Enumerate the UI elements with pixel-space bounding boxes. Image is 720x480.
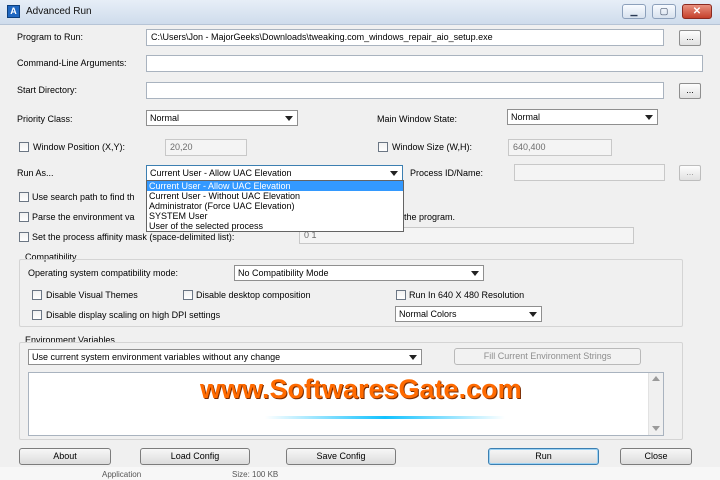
app-icon: A bbox=[7, 5, 20, 18]
chevron-down-icon bbox=[285, 116, 293, 121]
disable-desktop-composition-label: Disable desktop composition bbox=[196, 290, 311, 300]
parse-env-label-tail: the program. bbox=[404, 212, 456, 222]
environment-scrollbar[interactable] bbox=[648, 373, 663, 435]
parse-env-checkbox[interactable] bbox=[19, 212, 29, 222]
run-as-option[interactable]: User of the selected process bbox=[147, 221, 403, 231]
search-path-checkbox[interactable] bbox=[19, 192, 29, 202]
close-button[interactable]: Close bbox=[620, 448, 692, 465]
affinity-checkbox[interactable] bbox=[19, 232, 29, 242]
run-as-option[interactable]: SYSTEM User bbox=[147, 211, 403, 221]
window-size-input[interactable]: 640,400 bbox=[508, 139, 612, 156]
run-button[interactable]: Run bbox=[488, 448, 599, 465]
run-as-dropdown-list: Current User - Allow UAC Elevation Curren… bbox=[146, 180, 404, 232]
run-640x480-checkbox[interactable] bbox=[396, 290, 406, 300]
environment-mode-select[interactable]: Use current system environment variables… bbox=[28, 349, 422, 365]
chevron-down-icon bbox=[409, 355, 417, 360]
program-to-run-input[interactable]: C:\Users\Jon - MajorGeeks\Downloads\twea… bbox=[146, 29, 664, 46]
search-path-label: Use search path to find th bbox=[32, 192, 135, 202]
colors-select[interactable]: Normal Colors bbox=[395, 306, 542, 322]
run-as-option[interactable]: Current User - Allow UAC Elevation bbox=[147, 181, 403, 191]
disable-visual-themes-checkbox[interactable] bbox=[32, 290, 42, 300]
window-size-checkbox[interactable] bbox=[378, 142, 388, 152]
watermark-text: www.SoftwaresGate.com bbox=[200, 374, 522, 404]
os-mode-select[interactable]: No Compatibility Mode bbox=[234, 265, 484, 281]
scroll-down-icon[interactable] bbox=[652, 426, 660, 431]
advanced-run-window: A Advanced Run ▁ ▢ ✕ Program to Run: C:\… bbox=[0, 0, 720, 480]
disable-visual-themes-label: Disable Visual Themes bbox=[46, 290, 138, 300]
run-as-label: Run As... bbox=[17, 168, 54, 178]
process-id-label: Process ID/Name: bbox=[410, 168, 484, 178]
about-button[interactable]: About bbox=[19, 448, 111, 465]
window-title: Advanced Run bbox=[26, 6, 92, 17]
run-640x480-label: Run In 640 X 480 Resolution bbox=[409, 290, 525, 300]
environment-mode-value: Use current system environment variables… bbox=[32, 352, 281, 362]
os-mode-label: Operating system compatibility mode: bbox=[28, 268, 179, 278]
window-position-checkbox[interactable] bbox=[19, 142, 29, 152]
colors-value: Normal Colors bbox=[399, 309, 457, 319]
load-config-button[interactable]: Load Config bbox=[140, 448, 250, 465]
run-as-value: Current User - Allow UAC Elevation bbox=[150, 168, 292, 178]
chevron-down-icon bbox=[529, 312, 537, 317]
command-line-input[interactable] bbox=[146, 55, 703, 72]
start-directory-input[interactable] bbox=[146, 82, 664, 99]
disable-dpi-scaling-label: Disable display scaling on high DPI sett… bbox=[46, 310, 221, 320]
main-window-state-label: Main Window State: bbox=[377, 114, 458, 124]
run-as-option[interactable]: Administrator (Force UAC Elevation) bbox=[147, 201, 403, 211]
main-window-state-value: Normal bbox=[511, 112, 541, 122]
title-bar[interactable]: A Advanced Run ▁ ▢ ✕ bbox=[0, 0, 720, 25]
taskbar-item-application: Application bbox=[102, 470, 142, 479]
disable-dpi-scaling-checkbox[interactable] bbox=[32, 310, 42, 320]
priority-class-label: Priority Class: bbox=[17, 114, 73, 124]
window-position-label: Window Position (X,Y): bbox=[33, 142, 126, 152]
run-as-select[interactable]: Current User - Allow UAC Elevation bbox=[146, 165, 403, 181]
watermark-underline bbox=[265, 416, 505, 419]
fill-environment-button[interactable]: Fill Current Environment Strings bbox=[454, 348, 641, 365]
process-browse-button[interactable]: ... bbox=[679, 165, 701, 181]
minimize-icon[interactable]: ▁ bbox=[622, 4, 646, 19]
disable-desktop-composition-checkbox[interactable] bbox=[183, 290, 193, 300]
priority-class-select[interactable]: Normal bbox=[146, 110, 298, 126]
start-directory-label: Start Directory: bbox=[17, 85, 78, 95]
process-id-input[interactable] bbox=[514, 164, 665, 181]
parse-env-label: Parse the environment va bbox=[32, 212, 135, 222]
chevron-down-icon bbox=[471, 271, 479, 276]
start-directory-browse-button[interactable]: ... bbox=[679, 83, 701, 99]
priority-class-value: Normal bbox=[150, 113, 180, 123]
window-position-input[interactable]: 20,20 bbox=[165, 139, 247, 156]
os-mode-value: No Compatibility Mode bbox=[238, 268, 329, 278]
maximize-icon[interactable]: ▢ bbox=[652, 4, 676, 19]
command-line-label: Command-Line Arguments: bbox=[17, 58, 127, 68]
scroll-up-icon[interactable] bbox=[652, 376, 660, 381]
program-browse-button[interactable]: ... bbox=[679, 30, 701, 46]
run-as-option[interactable]: Current User - Without UAC Elevation bbox=[147, 191, 403, 201]
affinity-label: Set the process affinity mask (space-del… bbox=[32, 232, 235, 242]
window-size-label: Window Size (W,H): bbox=[392, 142, 473, 152]
chevron-down-icon bbox=[645, 115, 653, 120]
chevron-down-icon bbox=[390, 171, 398, 176]
close-icon[interactable]: ✕ bbox=[682, 4, 712, 19]
save-config-button[interactable]: Save Config bbox=[286, 448, 396, 465]
main-window-state-select[interactable]: Normal bbox=[507, 109, 658, 125]
background-strip: Application Size: 100 KB bbox=[0, 467, 720, 480]
program-to-run-label: Program to Run: bbox=[17, 32, 84, 42]
taskbar-item-size: Size: 100 KB bbox=[232, 470, 279, 479]
